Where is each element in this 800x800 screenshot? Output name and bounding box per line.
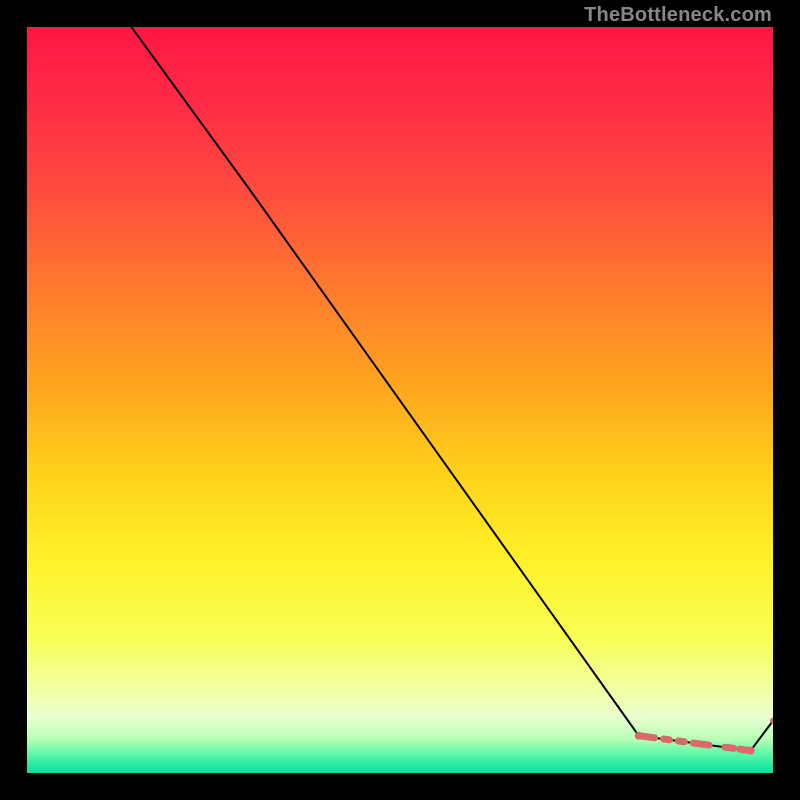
chart-stage: TheBottleneck.com [0,0,800,800]
chart-svg [27,27,773,773]
curve-marker [635,732,643,740]
curve-marker [747,747,755,755]
watermark-text: TheBottleneck.com [584,4,772,27]
chart-plot-area [27,27,773,773]
